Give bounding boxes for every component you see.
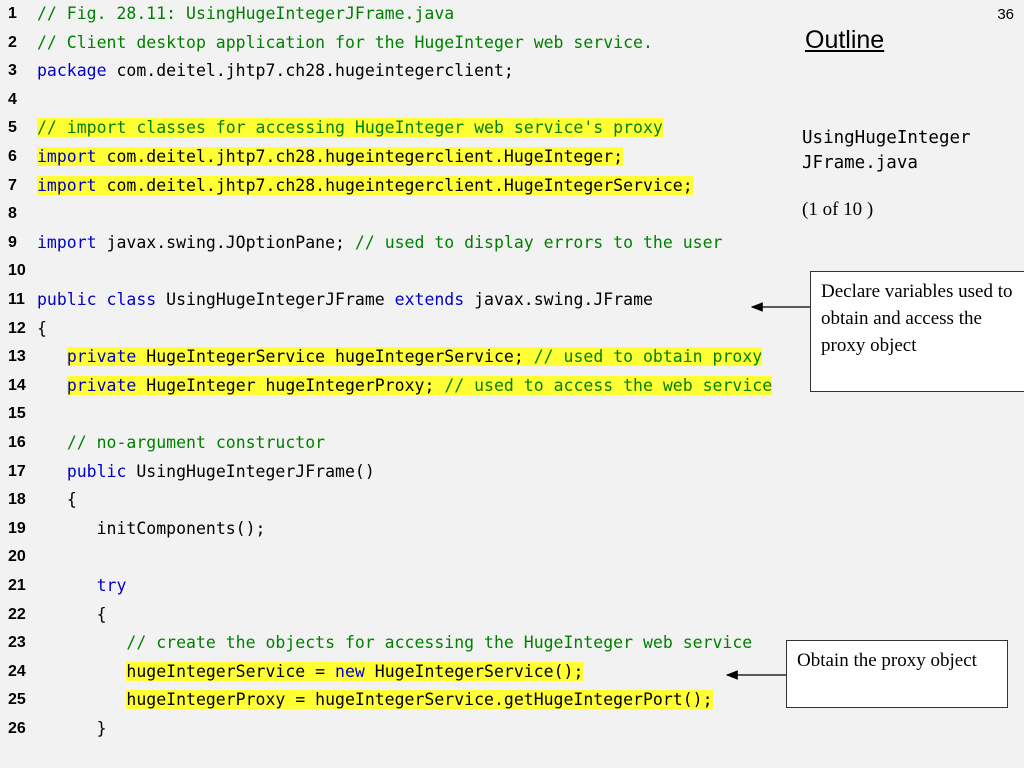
outline-title: Outline	[805, 26, 885, 54]
code-token: com.deitel.jhtp7.ch28.hugeintegerclient.…	[96, 147, 624, 166]
code-keyword: public	[37, 290, 97, 309]
line-number: 11	[8, 291, 25, 308]
code-keyword: private	[66, 347, 137, 367]
code-text: private HugeIntegerService hugeIntegerSe…	[37, 343, 763, 372]
code-keyword: class	[106, 290, 157, 309]
code-text: {	[37, 486, 77, 515]
code-comment: // no-argument constructor	[66, 433, 326, 452]
code-token: javax.swing.JOptionPane;	[96, 232, 355, 252]
file-name-line-1: UsingHugeInteger	[802, 128, 971, 148]
line-number: 3	[8, 62, 17, 80]
code-token: HugeIntegerService hugeIntegerService;	[136, 347, 534, 367]
line-number: 9	[8, 233, 17, 251]
code-comment: // create the objects for accessing the …	[126, 633, 753, 653]
code-text: private HugeInteger hugeIntegerProxy; //…	[37, 372, 773, 401]
code-text: // Client desktop application for the Hu…	[37, 29, 653, 58]
line-number: 16	[8, 434, 26, 451]
line-number: 23	[8, 634, 26, 652]
code-text: {	[37, 601, 107, 630]
line-number: 12	[8, 319, 26, 337]
code-text: package com.deitel.jhtp7.ch28.hugeintege…	[37, 57, 514, 86]
code-token: HugeInteger hugeIntegerProxy;	[136, 375, 445, 395]
file-name-line-2: JFrame.java	[802, 153, 918, 173]
code-text: public class UsingHugeIntegerJFrame exte…	[37, 286, 653, 315]
code-text: try	[37, 572, 127, 601]
line-number: 5	[8, 119, 17, 137]
code-text: import javax.swing.JOptionPane; // used …	[37, 229, 722, 258]
code-token: com.deitel.jhtp7.ch28.hugeintegerclient;	[106, 61, 514, 81]
code-text: {	[37, 315, 47, 344]
part-indicator: (1 of 10 )	[802, 199, 874, 220]
code-token: javax.swing.JFrame	[464, 290, 653, 309]
code-text: }	[37, 715, 107, 744]
code-keyword: private	[66, 375, 137, 395]
code-token: UsingHugeIntegerJFrame	[156, 290, 395, 309]
code-comment: // used to access the web service	[444, 375, 773, 395]
code-comment: // Client desktop application for the Hu…	[37, 32, 653, 52]
line-number: 25	[8, 691, 26, 709]
line-number: 18	[8, 491, 26, 509]
code-comment: // used to obtain proxy	[533, 347, 763, 367]
line-number: 2	[8, 33, 17, 51]
code-token: {	[96, 604, 107, 624]
code-keyword: extends	[394, 290, 465, 309]
code-text: hugeIntegerService = new HugeIntegerServ…	[37, 658, 584, 687]
code-token: {	[66, 490, 77, 510]
code-text: // no-argument constructor	[37, 429, 325, 458]
code-comment: // import classes for accessing HugeInte…	[37, 118, 663, 138]
line-number: 13	[8, 348, 26, 366]
code-token: hugeIntegerService =	[126, 661, 336, 681]
code-token: initComponents();	[96, 518, 266, 538]
code-token: {	[37, 318, 47, 338]
file-name: UsingHugeInteger JFrame.java	[802, 126, 971, 176]
code-token: hugeIntegerProxy = hugeIntegerService.ge…	[126, 690, 713, 710]
code-token: UsingHugeIntegerJFrame()	[126, 461, 375, 481]
line-number: 8	[8, 205, 17, 223]
line-number: 15	[8, 405, 26, 423]
code-comment: // Fig. 28.11: UsingHugeIntegerJFrame.ja…	[37, 4, 455, 23]
code-text: // create the objects for accessing the …	[37, 629, 752, 658]
code-keyword: try	[96, 576, 127, 595]
code-text: public UsingHugeIntegerJFrame()	[37, 458, 375, 487]
line-number: 21	[8, 577, 26, 594]
code-token: com.deitel.jhtp7.ch28.hugeintegerclient.…	[96, 175, 693, 195]
code-keyword: import	[37, 175, 97, 195]
code-text: import com.deitel.jhtp7.ch28.hugeinteger…	[37, 172, 693, 201]
code-comment: // used to display errors to the user	[354, 232, 723, 252]
code-text: // Fig. 28.11: UsingHugeIntegerJFrame.ja…	[37, 0, 454, 29]
page-number: 36	[997, 6, 1014, 23]
code-keyword: public	[66, 461, 127, 481]
code-keyword: package	[37, 61, 107, 81]
line-number: 17	[8, 462, 26, 480]
line-number: 24	[8, 662, 26, 680]
code-text: hugeIntegerProxy = hugeIntegerService.ge…	[37, 686, 713, 715]
code-text: initComponents();	[37, 515, 266, 544]
code-listing: 1 // Fig. 28.11: UsingHugeIntegerJFrame.j…	[0, 0, 820, 768]
line-number: 14	[8, 376, 26, 394]
line-number: 10	[8, 262, 26, 280]
line-number: 19	[8, 519, 26, 537]
line-number: 1	[8, 5, 17, 22]
line-number: 26	[8, 720, 26, 737]
line-number: 7	[8, 176, 17, 194]
code-token: }	[96, 719, 107, 738]
code-keyword: import	[37, 232, 97, 252]
line-number: 20	[8, 548, 26, 566]
line-number: 6	[8, 148, 17, 165]
code-text: // import classes for accessing HugeInte…	[37, 114, 663, 143]
callout-declare-variables: Declare variables used to obtain and acc…	[810, 271, 1024, 392]
line-number: 4	[8, 90, 17, 108]
code-text: import com.deitel.jhtp7.ch28.hugeinteger…	[37, 143, 624, 172]
code-keyword: new	[335, 661, 365, 681]
line-number: 22	[8, 605, 26, 623]
code-token: HugeIntegerService();	[364, 661, 584, 681]
callout-obtain-proxy: Obtain the proxy object	[786, 640, 1008, 708]
code-keyword: import	[37, 147, 97, 166]
